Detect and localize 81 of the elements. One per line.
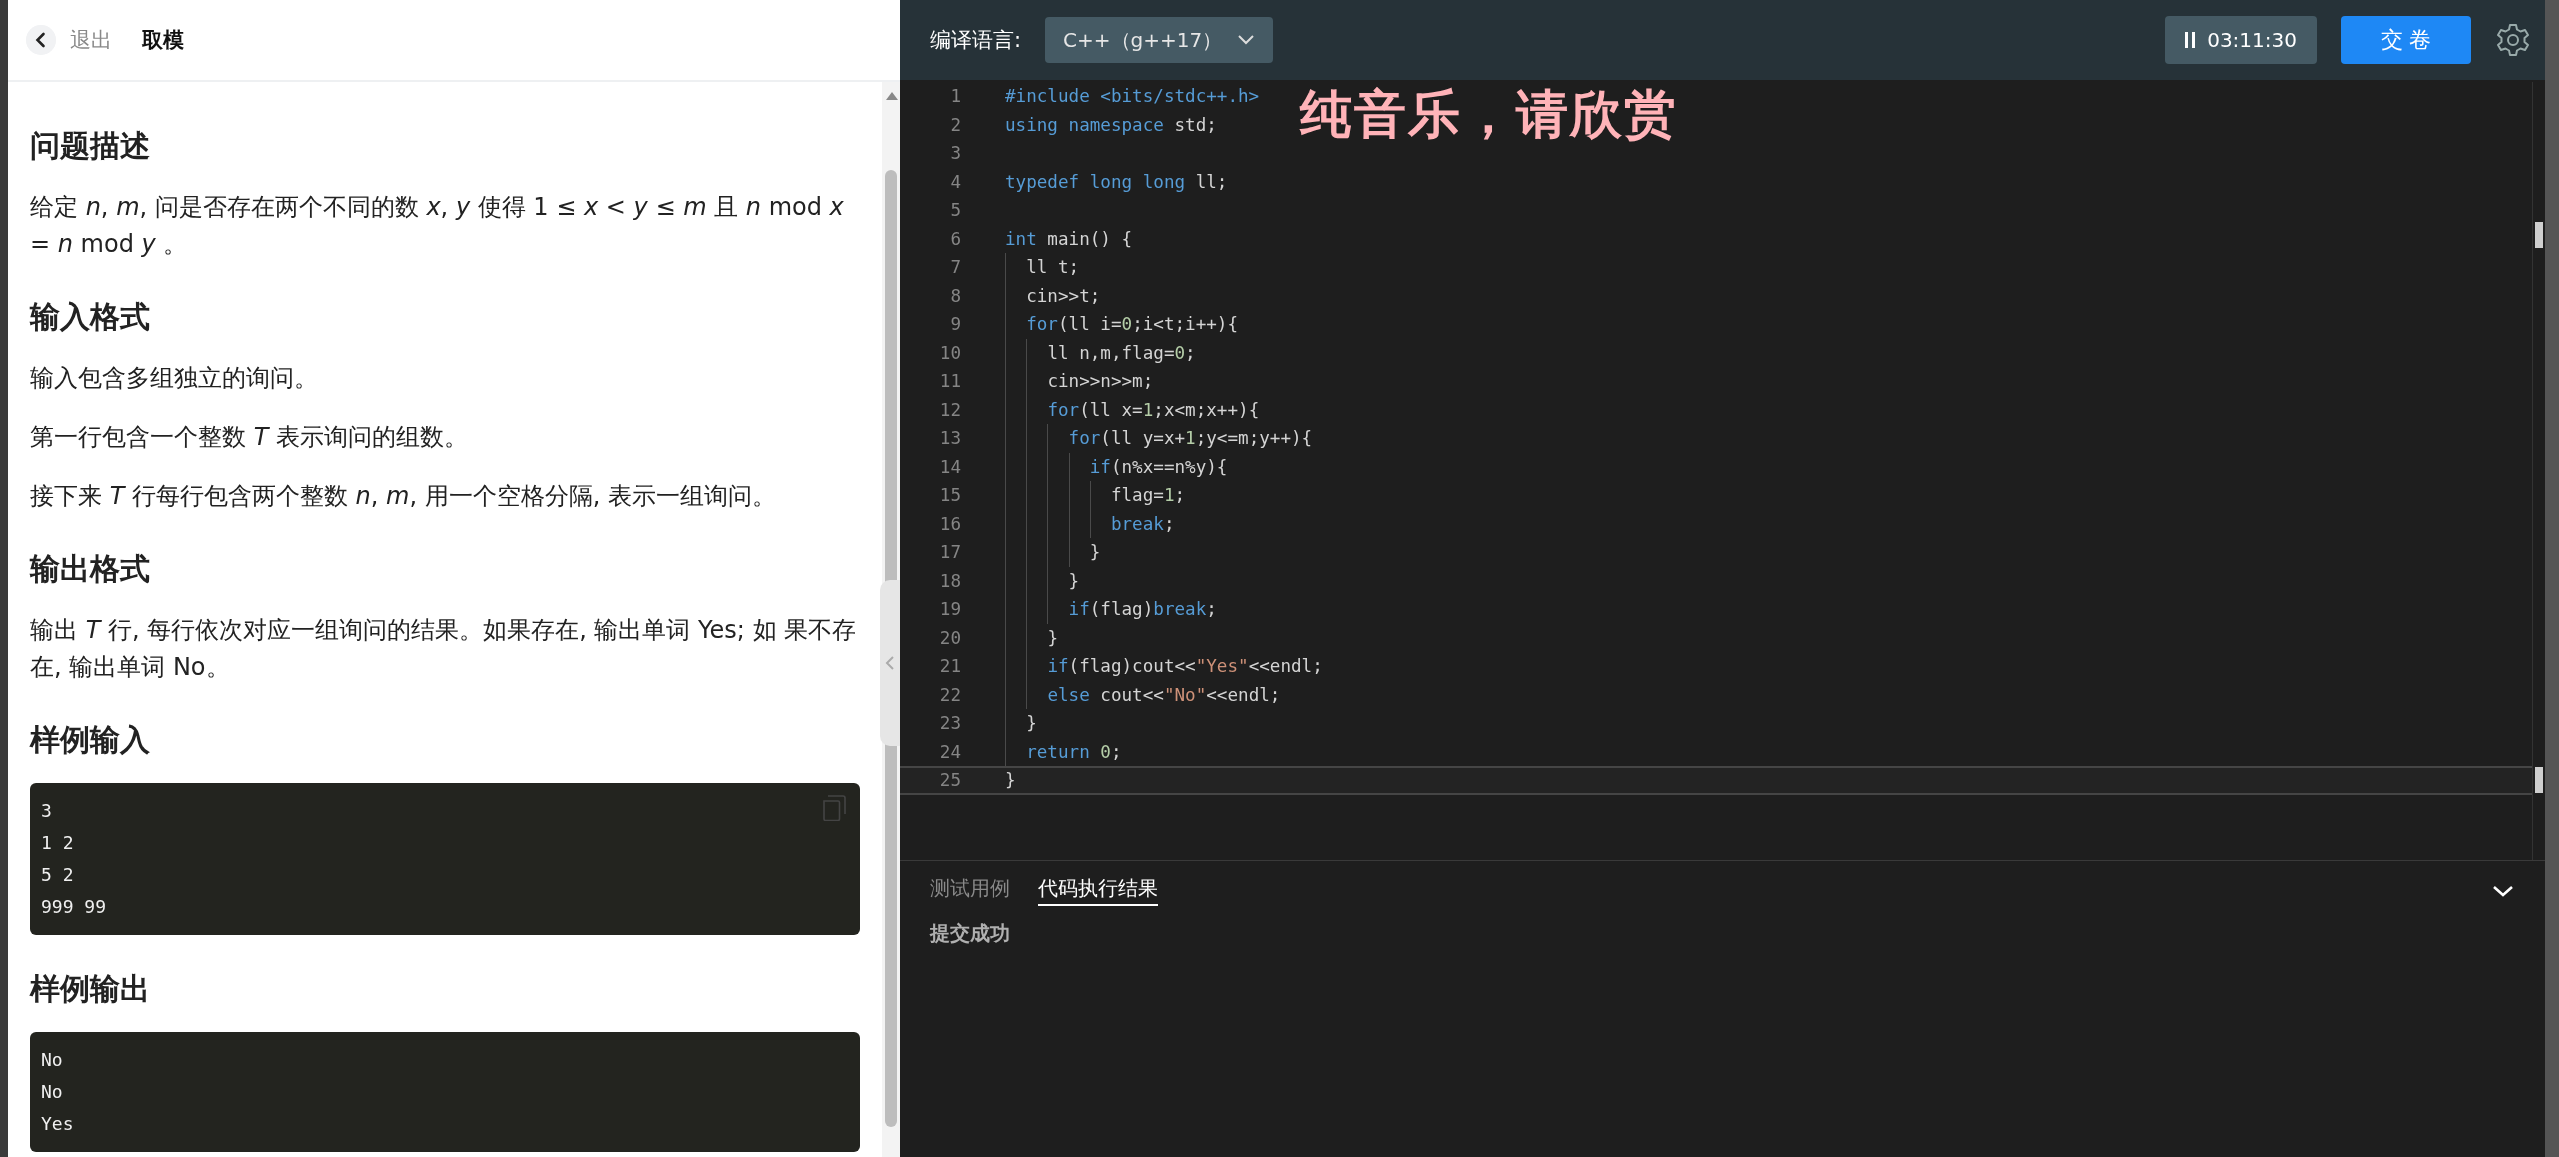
code-line: if(flag)cout<<"Yes"<<endl;	[1005, 652, 1323, 681]
code-line: break;	[1005, 509, 1175, 538]
paragraph: 输出 T 行, 每行依次对应一组询问的结果。如果存在, 输出单词 Yes; 如 果不存在, 输出单词 No。	[30, 615, 858, 683]
line-number: 12	[938, 399, 962, 420]
section-heading: 输出格式	[30, 550, 151, 588]
pause-icon	[2185, 32, 2196, 48]
line-number: 4	[949, 171, 962, 192]
code-line: for(ll y=x+1;y<=m;y++){	[1005, 424, 1313, 453]
sample-line: 1 2	[41, 831, 74, 855]
code-line: }	[1005, 566, 1080, 595]
code-line: using namespace std;	[1005, 113, 1217, 137]
code-line: return 0;	[1005, 737, 1122, 766]
line-number: 11	[938, 371, 962, 392]
language-dropdown[interactable]: C++（g++17）	[1045, 17, 1274, 63]
section-heading: 样例输出	[30, 970, 151, 1008]
result-tab[interactable]: 测试用例	[930, 875, 1010, 906]
line-number: 18	[938, 570, 962, 591]
overlay-caption: 纯音乐，请欣赏	[1300, 84, 1678, 144]
line-number: 6	[949, 228, 962, 249]
code-line: ll n,m,flag=0;	[1005, 338, 1196, 367]
submit-button[interactable]: 交 卷	[2341, 16, 2471, 64]
paragraph: 第一行包含一个整数 T 表示询问的组数。	[30, 422, 469, 453]
line-number: 1	[949, 86, 962, 107]
paragraph: 接下来 T 行每行包含两个整数 n, m, 用一个空格分隔, 表示一组询问。	[30, 481, 777, 512]
line-number: 20	[938, 627, 962, 648]
sample-line: 3	[41, 799, 52, 823]
result-message: 提交成功	[930, 920, 1011, 947]
paragraph: 给定 n, m, 问是否存在两个不同的数 x, y 使得 1 ≤ x < y ≤ m 且 n mod x = n mod y 。	[30, 192, 845, 260]
code-line: #include <bits/stdc++.h>	[1005, 85, 1260, 109]
code-line: typedef long long ll;	[1005, 170, 1228, 194]
sample-line: 999 99	[41, 895, 107, 919]
line-number: 24	[938, 741, 962, 762]
line-number: 23	[938, 713, 962, 734]
code-line: cin>>t;	[1005, 281, 1101, 310]
line-number: 16	[938, 513, 962, 534]
sample-line: No	[41, 1080, 63, 1104]
code-line: }	[1005, 623, 1058, 652]
code-line: ll t;	[1005, 253, 1080, 282]
sample-line: Yes	[41, 1112, 74, 1136]
line-number: 22	[938, 684, 962, 705]
line-number: 13	[938, 428, 962, 449]
line-number: 2	[949, 114, 962, 135]
line-number: 21	[938, 656, 962, 677]
line-number: 9	[949, 314, 962, 335]
code-line: else cout<<"No"<<endl;	[1005, 680, 1281, 709]
line-number: 10	[938, 342, 962, 363]
line-number: 8	[949, 285, 962, 306]
line-number: 17	[938, 542, 962, 563]
language-label: 编译语言:	[930, 27, 1022, 54]
code-line: flag=1;	[1005, 481, 1186, 510]
chevron-down-icon	[1237, 34, 1256, 46]
sample-line: No	[41, 1048, 63, 1072]
up-arrow-icon[interactable]	[886, 92, 898, 100]
code-line: int main() {	[1005, 227, 1133, 251]
section-heading: 问题描述	[30, 127, 151, 165]
line-number: 7	[949, 257, 962, 278]
paragraph: 输入包含多组独立的询问。	[30, 363, 319, 394]
code-line: }	[1005, 769, 1016, 793]
code-line: if(n%x==n%y){	[1005, 452, 1228, 481]
line-number: 5	[949, 200, 962, 221]
line-number: 3	[949, 143, 962, 164]
collapse-handle[interactable]	[880, 580, 900, 746]
line-number: 15	[938, 485, 962, 506]
code-line: for(ll x=1;x<m;x++){	[1005, 395, 1260, 424]
result-tab[interactable]: 代码执行结果	[1038, 875, 1158, 906]
settings-icon[interactable]	[2495, 22, 2531, 58]
code-line: cin>>n>>m;	[1005, 367, 1154, 396]
exit-link[interactable]: 退出	[70, 26, 112, 54]
line-number: 25	[938, 770, 962, 791]
line-number: 19	[938, 599, 962, 620]
section-heading: 样例输入	[30, 721, 151, 759]
sample-line: 5 2	[41, 863, 74, 887]
line-number: 14	[938, 456, 962, 477]
timer-button[interactable]: 03:11:30	[2165, 16, 2317, 64]
code-line: }	[1005, 709, 1037, 738]
code-line: for(ll i=0;i<t;i++){	[1005, 310, 1239, 339]
editor-scrollbar[interactable]	[2532, 82, 2545, 860]
code-line: }	[1005, 538, 1101, 567]
problem-title: 取模	[142, 27, 184, 54]
code-line: if(flag)break;	[1005, 595, 1217, 624]
section-heading: 输入格式	[30, 298, 151, 336]
